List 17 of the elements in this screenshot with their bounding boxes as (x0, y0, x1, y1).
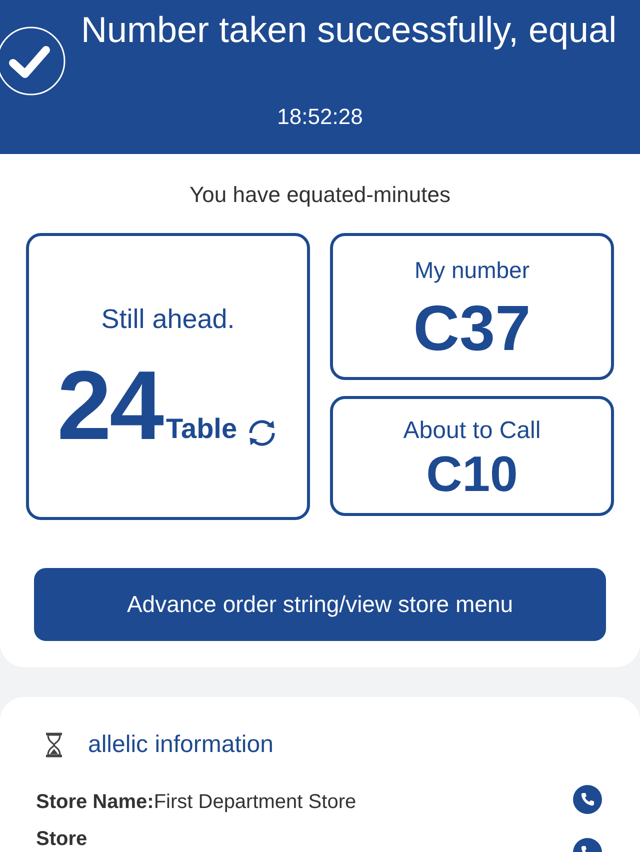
status-message: You have equated-minutes (188, 181, 452, 209)
unit-label: Table (166, 412, 238, 446)
ahead-count: 24 (56, 356, 162, 454)
check-icon (0, 26, 66, 96)
calling-value: C10 (426, 449, 518, 499)
my-number-value: C37 (413, 296, 531, 360)
phone-icon[interactable] (573, 785, 602, 814)
calling-label: About to Call (403, 416, 541, 446)
my-number-label: My number (414, 256, 530, 286)
success-title: Number taken successfully, equal (81, 8, 617, 52)
hourglass-icon (44, 732, 64, 758)
time-text: 18:52:28 (276, 103, 364, 131)
ahead-label: Still ahead. (101, 303, 235, 336)
info-row-text: Store (36, 827, 88, 852)
section-title: allelic information (88, 730, 274, 760)
menu-button[interactable]: Advance order string/view store menu (34, 568, 606, 641)
info-row-text: Store Name:First Department Store (36, 790, 356, 815)
